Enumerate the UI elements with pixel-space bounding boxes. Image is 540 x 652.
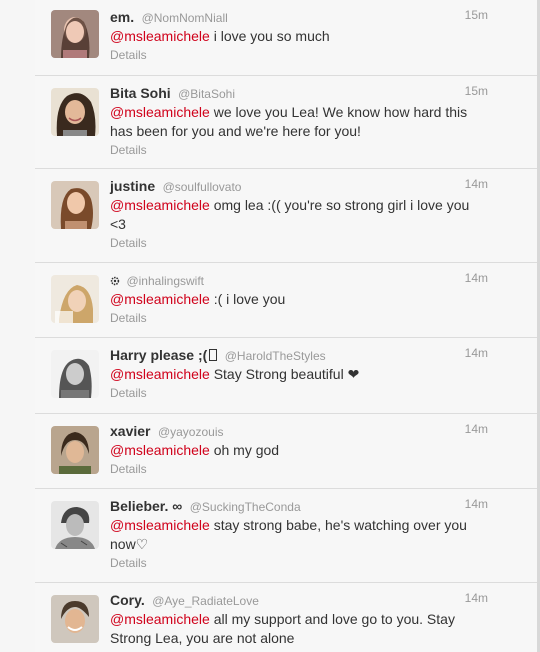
tweet-text: @msleamichele all my support and love go… xyxy=(110,611,455,646)
tweet-text: @msleamichele Stay Strong beautiful ❤ xyxy=(110,366,360,382)
details-link[interactable]: Details xyxy=(110,461,489,477)
tweet-author-handle[interactable]: @Aye_RadiateLove xyxy=(152,594,259,608)
mention-link[interactable]: @msleamichele xyxy=(110,104,210,120)
tweet-author-handle[interactable]: @HaroldTheStyles xyxy=(225,349,326,363)
mention-link[interactable]: @msleamichele xyxy=(110,517,210,533)
tweet-author-name[interactable]: Belieber. ∞ xyxy=(110,498,182,514)
tweet-author-name[interactable]: em. xyxy=(110,9,134,25)
tweet-timestamp[interactable]: 14m xyxy=(465,346,488,360)
avatar[interactable] xyxy=(51,275,99,323)
timeline: em. @NomNomNiall @msleamichele i love yo… xyxy=(0,0,540,652)
tweet-timestamp[interactable]: 15m xyxy=(465,8,488,22)
tweet-item[interactable]: em. @NomNomNiall @msleamichele i love yo… xyxy=(35,0,537,76)
avatar[interactable] xyxy=(51,501,99,549)
details-link[interactable]: Details xyxy=(110,385,489,401)
details-link[interactable]: Details xyxy=(110,310,489,326)
mention-link[interactable]: @msleamichele xyxy=(110,442,210,458)
mention-link[interactable]: @msleamichele xyxy=(110,197,210,213)
tweet-timestamp[interactable]: 14m xyxy=(465,422,488,436)
mention-link[interactable]: @msleamichele xyxy=(110,611,210,627)
tweet-text: @msleamichele we love you Lea! We know h… xyxy=(110,104,468,139)
tweet-author-name[interactable]: Cory. xyxy=(110,592,145,608)
tweet-timestamp[interactable]: 14m xyxy=(465,271,488,285)
tweet-author-handle[interactable]: @NomNomNiall xyxy=(142,11,228,25)
tweet-author-name[interactable]: Harry please ;( xyxy=(110,347,207,363)
tweet-text: @msleamichele omg lea :(( you're so stro… xyxy=(110,197,470,232)
avatar[interactable] xyxy=(51,88,99,136)
details-link[interactable]: Details xyxy=(110,142,489,158)
tweet-item[interactable]: justine @soulfullovato @msleamichele omg… xyxy=(35,169,537,263)
tweet-author-handle[interactable]: @SuckingTheConda xyxy=(190,500,301,514)
avatar[interactable] xyxy=(51,426,99,474)
tweet-item[interactable]: Bita Sohi @BitaSohi @msleamichele we lov… xyxy=(35,76,537,169)
avatar[interactable] xyxy=(51,181,99,229)
details-link[interactable]: Details xyxy=(110,555,489,571)
tweet-item[interactable]: @inhalingswift @msleamichele :( i love y… xyxy=(35,263,537,338)
tweet-author-name[interactable]: xavier xyxy=(110,423,150,439)
tweet-item[interactable]: xavier @yayozouis @msleamichele oh my go… xyxy=(35,414,537,489)
mention-link[interactable]: @msleamichele xyxy=(110,291,210,307)
tweet-text: @msleamichele stay strong babe, he's wat… xyxy=(110,517,467,552)
avatar[interactable] xyxy=(51,595,99,643)
tweet-timestamp[interactable]: 14m xyxy=(465,591,488,605)
tweet-author-name[interactable]: justine xyxy=(110,178,155,194)
mention-link[interactable]: @msleamichele xyxy=(110,366,210,382)
details-link[interactable]: Details xyxy=(110,47,489,63)
gear-icon xyxy=(110,276,120,286)
tweet-text: @msleamichele i love you so much xyxy=(110,28,330,44)
tweet-item[interactable]: Belieber. ∞ @SuckingTheConda @msleamiche… xyxy=(35,489,537,583)
tweet-timestamp[interactable]: 15m xyxy=(465,84,488,98)
details-link[interactable]: Details xyxy=(110,235,489,251)
tweet-item[interactable]: Harry please ;( @HaroldTheStyles @msleam… xyxy=(35,338,537,414)
avatar[interactable] xyxy=(51,10,99,58)
tweet-timestamp[interactable]: 14m xyxy=(465,497,488,511)
mention-link[interactable]: @msleamichele xyxy=(110,28,210,44)
tweet-item[interactable]: Cory. @Aye_RadiateLove @msleamichele all… xyxy=(35,583,537,652)
tweet-author-handle[interactable]: @inhalingswift xyxy=(126,274,204,288)
tweet-author-handle[interactable]: @soulfullovato xyxy=(163,180,242,194)
tweet-author-name[interactable]: Bita Sohi xyxy=(110,85,171,101)
tweet-author-handle[interactable]: @BitaSohi xyxy=(178,87,235,101)
tweet-author-handle[interactable]: @yayozouis xyxy=(158,425,224,439)
tweet-text: @msleamichele :( i love you xyxy=(110,291,286,307)
avatar[interactable] xyxy=(51,350,99,398)
tweet-text: @msleamichele oh my god xyxy=(110,442,280,458)
tweet-timestamp[interactable]: 14m xyxy=(465,177,488,191)
missing-glyph-icon xyxy=(209,349,218,361)
